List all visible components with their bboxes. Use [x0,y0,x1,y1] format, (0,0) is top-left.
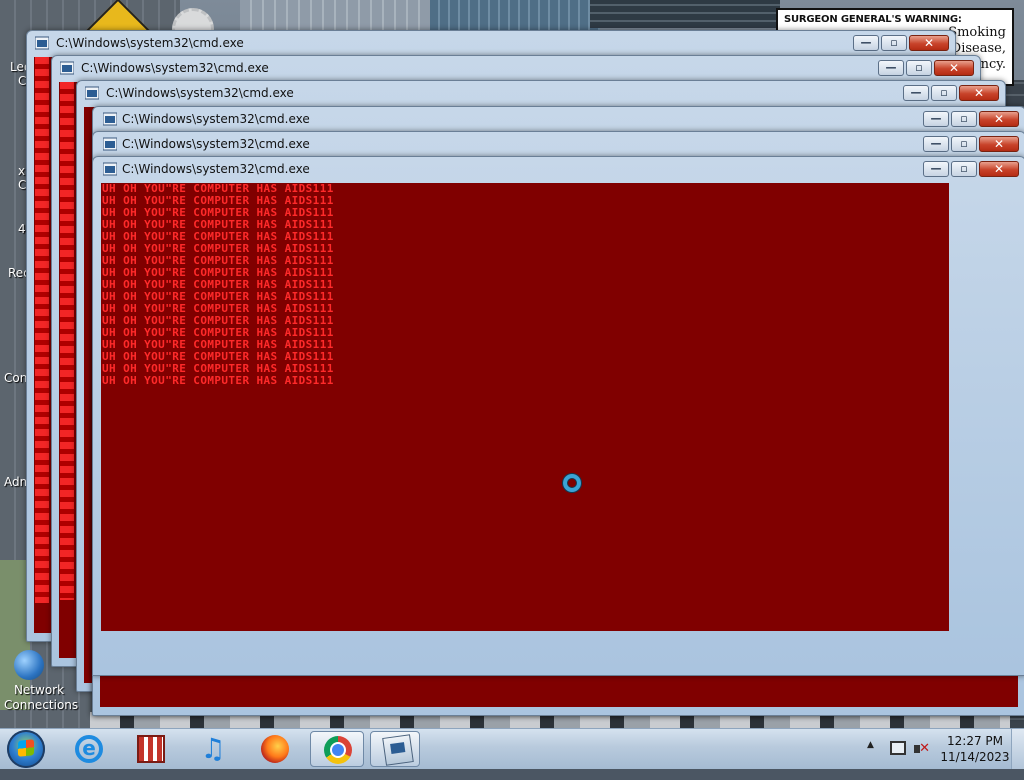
window-titlebar[interactable]: C:\Windows\system32\cmd.exe — ▫ ✕ [27,31,955,57]
window-titlebar[interactable]: C:\Windows\system32\cmd.exe — ▫ ✕ [93,157,1024,183]
minimize-icon: — [910,86,922,99]
maximize-icon: ▫ [960,112,968,125]
cmd-window-icon [60,61,74,75]
minimize-button[interactable]: — [923,136,949,152]
volume-muted-icon[interactable]: ✕ [914,741,930,757]
show-desktop-button[interactable] [1011,729,1024,769]
cmd-window-icon [103,162,117,176]
minimize-button[interactable]: — [903,85,929,101]
close-icon: ✕ [973,86,985,100]
music-note-icon: ♫ [200,732,226,765]
taskbar-itunes[interactable]: ♫ [186,731,240,767]
wallpaper-building [430,0,600,30]
minimize-button[interactable]: — [878,60,904,76]
console-area[interactable]: UH OH YOU"RE COMPUTER HAS AIDS111 UH OH Y… [101,183,949,631]
maximize-icon: ▫ [915,61,923,74]
maximize-button[interactable]: ▫ [881,35,907,51]
close-icon: ✕ [993,112,1005,126]
clock[interactable]: 12:27 PM 11/14/2023 [940,733,1010,765]
minimize-icon: — [930,112,942,125]
clock-time: 12:27 PM [947,734,1003,748]
window-titlebar[interactable]: C:\Windows\system32\cmd.exe — ▫ ✕ [52,56,980,82]
window-title: C:\Windows\system32\cmd.exe [122,137,310,151]
minimize-button[interactable]: — [923,111,949,127]
close-icon: ✕ [923,36,935,50]
window-titlebar[interactable]: C:\Windows\system32\cmd.exe — ▫ ✕ [77,81,1005,107]
show-hidden-icons-button[interactable]: ▲ [867,740,874,780]
cmd-window-active[interactable]: C:\Windows\system32\cmd.exe — ▫ ✕ UH OH … [92,156,1024,676]
close-button[interactable]: ✕ [979,161,1019,177]
window-title: C:\Windows\system32\cmd.exe [106,86,294,100]
network-label-line: Connections [4,698,79,712]
cmd-window-icon [103,112,117,126]
billboard-line: Smoking [948,25,1006,40]
window-title: C:\Windows\system32\cmd.exe [122,162,310,176]
wallpaper-building [590,0,780,28]
taskbar-firefox[interactable] [248,731,302,767]
window-titlebar[interactable]: C:\Windows\system32\cmd.exe — ▫ ✕ [93,107,1024,133]
close-icon: ✕ [948,61,960,75]
desktop-icon-label[interactable]: 4 [18,222,26,236]
close-icon: ✕ [993,162,1005,176]
store-icon [137,735,165,763]
minimize-button[interactable]: — [853,35,879,51]
taskbar: e ♫ ▲ ✕ 12:27 PM 11/14/2023 [0,728,1024,769]
maximize-icon: ▫ [890,36,898,49]
maximize-icon: ▫ [940,86,948,99]
maximize-icon: ▫ [960,162,968,175]
network-label-line: Network [13,683,65,697]
minimize-icon: — [860,36,872,49]
billboard-line: ncy. [980,57,1006,72]
minimize-icon: — [885,61,897,74]
maximize-button[interactable]: ▫ [951,161,977,177]
window-title: C:\Windows\system32\cmd.exe [56,36,244,50]
maximize-button[interactable]: ▫ [906,60,932,76]
mute-x-icon: ✕ [919,741,930,756]
network-globe-icon[interactable] [14,650,44,680]
taskbar-store[interactable] [124,731,178,767]
cmd-window-icon [35,36,49,50]
window-title: C:\Windows\system32\cmd.exe [122,112,310,126]
minimize-icon: — [930,162,942,175]
minimize-button[interactable]: — [923,161,949,177]
window-titlebar[interactable]: C:\Windows\system32\cmd.exe — ▫ ✕ [93,132,1024,158]
console-line: UH OH YOU"RE COMPUTER HAS AIDS111 [102,374,334,387]
desktop-icon-label[interactable]: x [18,164,25,178]
firefox-icon [261,735,289,763]
start-button[interactable] [7,730,45,768]
maximize-button[interactable]: ▫ [931,85,957,101]
taskbar-cmd[interactable] [370,731,420,767]
maximize-icon: ▫ [960,137,968,150]
ie-icon: e [75,735,103,763]
cmd-icon [382,734,414,766]
desktop-icon-label[interactable]: Con [4,371,27,385]
maximize-button[interactable]: ▫ [951,111,977,127]
cmd-window-icon [103,137,117,151]
console-text-column [60,82,74,600]
cmd-window-icon [85,86,99,100]
close-button[interactable]: ✕ [959,85,999,101]
windows-logo-icon [18,739,34,757]
close-button[interactable]: ✕ [934,60,974,76]
taskbar-internet-explorer[interactable]: e [62,731,116,767]
console-text-column [35,57,49,603]
billboard-heading: SURGEON GENERAL'S WARNING: [784,14,962,25]
network-tray-icon[interactable] [890,741,906,755]
window-title: C:\Windows\system32\cmd.exe [81,61,269,75]
clock-date: 11/14/2023 [940,750,1010,764]
taskbar-chrome[interactable] [310,731,364,767]
minimize-icon: — [930,137,942,150]
chrome-icon [324,736,352,764]
close-button[interactable]: ✕ [979,111,1019,127]
busy-cursor-icon [563,474,581,492]
maximize-button[interactable]: ▫ [951,136,977,152]
close-icon: ✕ [993,137,1005,151]
close-button[interactable]: ✕ [909,35,949,51]
close-button[interactable]: ✕ [979,136,1019,152]
console-output: UH OH YOU"RE COMPUTER HAS AIDS111 UH OH Y… [101,183,949,387]
network-connections-shortcut[interactable]: Network Connections [4,683,79,713]
